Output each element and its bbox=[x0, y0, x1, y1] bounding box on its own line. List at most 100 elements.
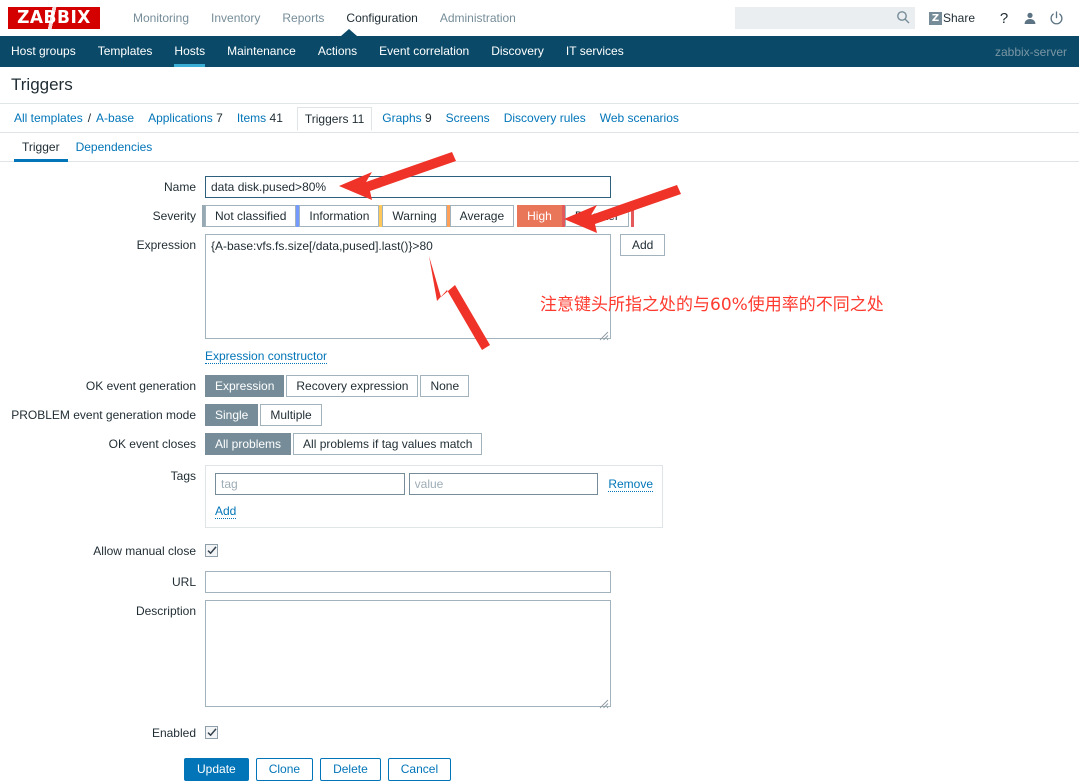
power-off-icon[interactable] bbox=[1043, 7, 1069, 29]
sub-menu-item-it-services[interactable]: IT services bbox=[555, 36, 635, 67]
breadcrumb-all-templates[interactable]: All templates bbox=[14, 111, 83, 125]
ok-event-generation-option-recovery-expression[interactable]: Recovery expression bbox=[286, 375, 419, 397]
sub-menu-item-templates[interactable]: Templates bbox=[87, 36, 164, 67]
expression-constructor-link[interactable]: Expression constructor bbox=[205, 349, 328, 364]
problem-event-mode-selector: Single Multiple bbox=[205, 404, 324, 426]
page-title-bar: Triggers bbox=[0, 67, 1079, 104]
expression-textarea[interactable]: {A-base:vfs.fs.size[/data,pused].last()}… bbox=[205, 234, 611, 339]
expression-add-button[interactable]: Add bbox=[620, 234, 666, 256]
breadcrumb: All templates / A-base Applications 7 It… bbox=[0, 104, 1079, 133]
ok-event-generation-label: OK event generation bbox=[85, 379, 196, 393]
main-menu-item-administration[interactable]: Administration bbox=[429, 0, 527, 36]
sub-menu-item-actions[interactable]: Actions bbox=[307, 36, 368, 67]
ok-event-generation-option-expression[interactable]: Expression bbox=[205, 375, 285, 397]
search-input[interactable] bbox=[734, 7, 915, 29]
breadcrumb-item-triggers[interactable]: Triggers 11 bbox=[296, 107, 373, 131]
allow-manual-close-label: Allow manual close bbox=[93, 544, 196, 558]
tag-remove-link[interactable]: Remove bbox=[608, 477, 653, 492]
breadcrumb-item-screens[interactable]: Screens bbox=[446, 111, 490, 125]
severity-option-not-classified[interactable]: Not classified bbox=[202, 205, 297, 227]
help-icon[interactable]: ? bbox=[991, 7, 1017, 29]
breadcrumb-item-graphs[interactable]: Graphs 9 bbox=[382, 111, 431, 125]
tag-value-input[interactable] bbox=[408, 473, 599, 495]
ok-event-generation-option-none[interactable]: None bbox=[420, 375, 470, 397]
user-profile-icon[interactable] bbox=[1017, 7, 1043, 29]
severity-option-average-label: Average bbox=[459, 209, 505, 223]
form-row-description: Description bbox=[0, 600, 1079, 710]
main-menu-item-reports[interactable]: Reports bbox=[271, 0, 335, 36]
description-textarea[interactable] bbox=[205, 600, 611, 707]
expression-label: Expression bbox=[136, 238, 196, 252]
sub-menu: Host groups Templates Hosts Maintenance … bbox=[0, 29, 1079, 67]
update-button[interactable]: Update bbox=[184, 758, 249, 781]
form-row-enabled: Enabled bbox=[0, 722, 1079, 744]
enabled-label: Enabled bbox=[151, 726, 196, 740]
form-row-severity: Severity Not classified Information Warn… bbox=[0, 205, 1079, 227]
enabled-checkbox[interactable] bbox=[205, 726, 218, 739]
severity-option-disaster[interactable]: Disaster bbox=[561, 205, 629, 227]
problem-event-mode-label: PROBLEM event generation mode bbox=[11, 408, 196, 422]
main-menu-item-monitoring[interactable]: Monitoring bbox=[122, 0, 200, 36]
breadcrumb-separator: / bbox=[87, 111, 92, 125]
ok-event-closes-selector: All problems All problems if tag values … bbox=[205, 433, 484, 455]
severity-option-warning[interactable]: Warning bbox=[379, 205, 447, 227]
breadcrumb-item-items-label: Items bbox=[236, 111, 267, 125]
sub-menu-item-hosts[interactable]: Hosts bbox=[163, 36, 216, 67]
breadcrumb-item-discovery-rules[interactable]: Discovery rules bbox=[504, 111, 586, 125]
ok-event-closes-option-all-problems[interactable]: All problems bbox=[205, 433, 292, 455]
sub-menu-item-host-groups[interactable]: Host groups bbox=[0, 36, 87, 67]
clone-button[interactable]: Clone bbox=[255, 758, 314, 781]
severity-option-average[interactable]: Average bbox=[446, 205, 515, 227]
breadcrumb-item-triggers-label: Triggers bbox=[304, 112, 349, 126]
severity-strip-information bbox=[296, 205, 300, 227]
tag-name-input[interactable] bbox=[215, 473, 405, 495]
severity-label: Severity bbox=[152, 209, 196, 223]
main-menu-item-inventory[interactable]: Inventory bbox=[200, 0, 271, 36]
allow-manual-close-checkbox[interactable] bbox=[205, 544, 218, 557]
severity-strip-end bbox=[630, 205, 634, 227]
zabbix-logo[interactable]: ZABBIX bbox=[8, 7, 100, 29]
url-input[interactable] bbox=[205, 571, 611, 593]
breadcrumb-item-items[interactable]: Items 41 bbox=[237, 111, 283, 125]
severity-option-high[interactable]: High bbox=[517, 205, 562, 227]
global-search[interactable] bbox=[734, 7, 915, 29]
breadcrumb-item-web-scenarios[interactable]: Web scenarios bbox=[600, 111, 679, 125]
name-input[interactable] bbox=[205, 176, 611, 198]
tab-dependencies[interactable]: Dependencies bbox=[68, 140, 161, 161]
name-label: Name bbox=[163, 180, 196, 194]
severity-option-not-classified-label: Not classified bbox=[215, 209, 287, 223]
breadcrumb-item-graphs-count: 9 bbox=[424, 111, 432, 125]
form-row-problem-event-mode: PROBLEM event generation mode Single Mul… bbox=[0, 404, 1079, 426]
ok-event-closes-option-tag-values-match[interactable]: All problems if tag values match bbox=[293, 433, 483, 455]
breadcrumb-template-group: All templates / A-base bbox=[14, 111, 134, 125]
expression-textarea-wrap: {A-base:vfs.fs.size[/data,pused].last()}… bbox=[205, 234, 611, 342]
page-title: Triggers bbox=[11, 75, 73, 94]
form-row-expression-constructor: Expression constructor bbox=[0, 349, 1079, 364]
tag-add-link[interactable]: Add bbox=[215, 504, 237, 519]
ok-event-generation-selector: Expression Recovery expression None bbox=[205, 375, 471, 397]
share-icon: Z bbox=[928, 11, 942, 25]
share-button[interactable]: Z Share bbox=[928, 11, 975, 25]
delete-button[interactable]: Delete bbox=[320, 758, 381, 781]
sub-menu-item-maintenance[interactable]: Maintenance bbox=[216, 36, 307, 67]
severity-option-information[interactable]: Information bbox=[296, 205, 380, 227]
server-name-label: zabbix-server bbox=[994, 44, 1067, 59]
form-row-tags: Tags Remove Add bbox=[0, 465, 1079, 528]
breadcrumb-item-applications[interactable]: Applications 7 bbox=[148, 111, 223, 125]
tag-row: Remove bbox=[215, 473, 653, 495]
problem-event-mode-option-single[interactable]: Single bbox=[205, 404, 259, 426]
form-row-ok-event-generation: OK event generation Expression Recovery … bbox=[0, 375, 1079, 397]
breadcrumb-item-triggers-count: 11 bbox=[351, 112, 365, 126]
sub-menu-item-discovery[interactable]: Discovery bbox=[480, 36, 555, 67]
severity-option-high-label: High bbox=[527, 209, 552, 223]
breadcrumb-item-applications-count: 7 bbox=[216, 111, 223, 125]
tags-box: Remove Add bbox=[205, 465, 663, 528]
sub-menu-item-event-correlation[interactable]: Event correlation bbox=[368, 36, 480, 67]
severity-strip-disaster bbox=[561, 205, 565, 227]
trigger-form: Name Severity Not classified Information bbox=[0, 162, 1079, 783]
url-label: URL bbox=[171, 575, 196, 589]
cancel-button[interactable]: Cancel bbox=[387, 758, 452, 781]
problem-event-mode-option-multiple[interactable]: Multiple bbox=[260, 404, 322, 426]
breadcrumb-template-name[interactable]: A-base bbox=[96, 111, 134, 125]
tab-trigger[interactable]: Trigger bbox=[14, 140, 68, 162]
